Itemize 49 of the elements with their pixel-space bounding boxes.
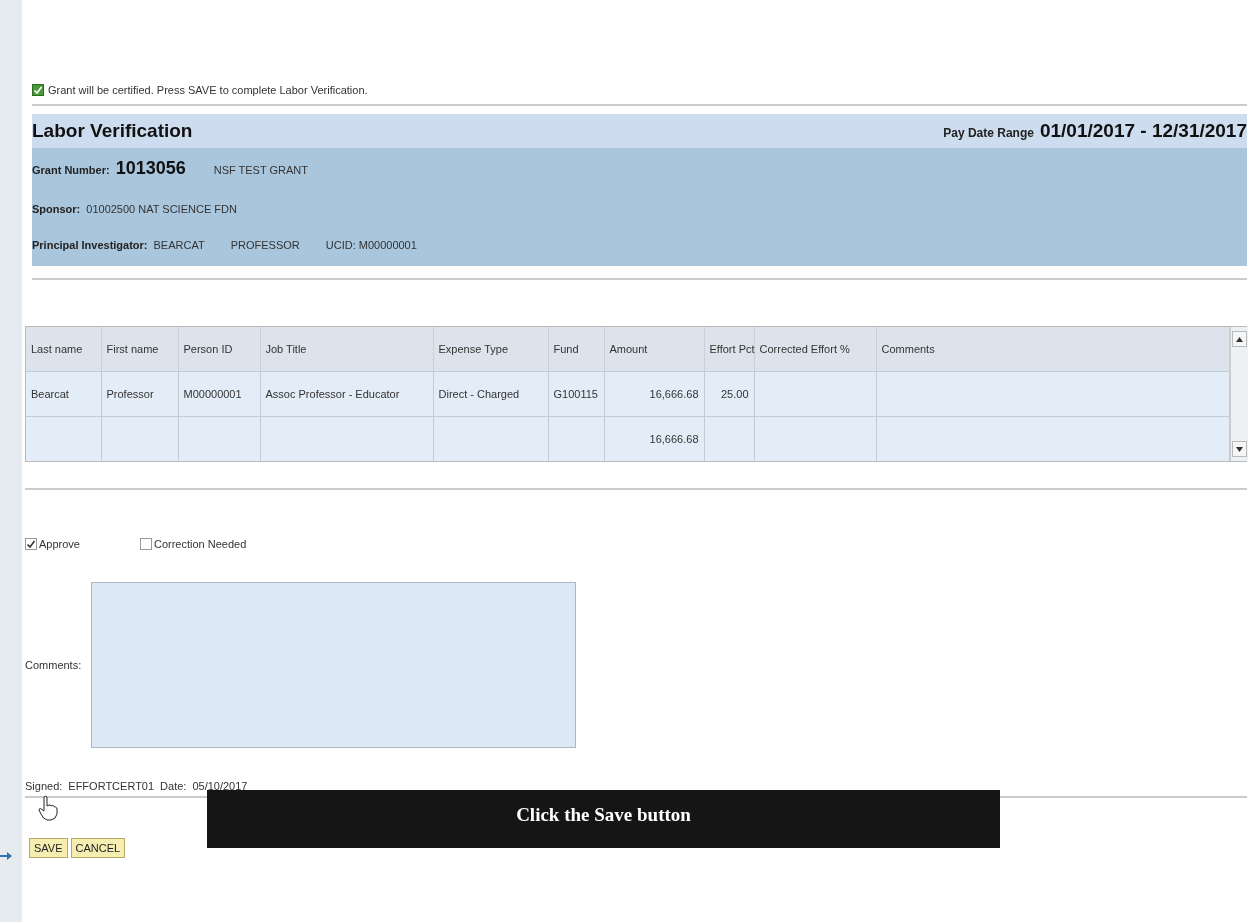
arrow-icon <box>0 851 12 861</box>
column-header: Fund <box>548 327 604 372</box>
scroll-up-icon[interactable] <box>1231 331 1247 347</box>
field-label: Principal Investigator: <box>32 239 148 251</box>
table-cell: G100115 <box>548 371 604 417</box>
column-header: Job Title <box>260 327 433 372</box>
signer-name: EFFORTCERT01 <box>68 780 155 792</box>
table-cell: 16,666.68 <box>604 416 704 461</box>
column-header: Amount <box>604 327 704 372</box>
checkbox-label: Approve <box>39 538 80 550</box>
scroll-down-icon[interactable] <box>1231 441 1247 457</box>
pi-last-name: BEARCAT <box>153 239 205 251</box>
field-label: Pay Date Range <box>943 126 1034 140</box>
column-header: Comments <box>876 327 1229 372</box>
table-cell: Direct - Charged <box>433 371 548 417</box>
hand-cursor-icon <box>38 795 58 821</box>
field-label: Grant Number: <box>32 164 110 176</box>
grant-name: NSF TEST GRANT <box>213 164 309 176</box>
table-cell: 25.00 <box>704 371 754 417</box>
column-header: Corrected Effort % <box>754 327 876 372</box>
grant-number: 1013056 <box>115 158 186 179</box>
table-cell: M00000001 <box>178 371 260 417</box>
field-label: Sponsor: <box>32 203 81 215</box>
tooltip: Click the Save button <box>207 790 1000 848</box>
checkbox[interactable] <box>140 538 152 550</box>
column-header: Last name <box>26 327 101 372</box>
field-label: Signed: <box>25 780 63 792</box>
column-header: Person ID <box>178 327 260 372</box>
field-label: Date: <box>160 780 187 792</box>
message-text: Grant will be certified. Press SAVE to complete Labor Verification. <box>48 84 368 96</box>
table-cell: 16,666.68 <box>604 371 704 417</box>
column-header: First name <box>101 327 178 372</box>
date-range: 01/01/2017 - 12/31/2017 <box>1039 120 1247 142</box>
page-title: Labor Verification <box>32 120 193 142</box>
table-cell: Bearcat <box>26 371 101 417</box>
action-button[interactable]: SAVE <box>29 838 68 858</box>
table-cell: Assoc Professor - Educator <box>260 371 433 417</box>
comments-field[interactable] <box>91 582 576 748</box>
checkbox-label: Correction Needed <box>154 538 247 550</box>
column-header: Effort Pct <box>704 327 754 372</box>
checkbox[interactable] <box>25 538 37 550</box>
ucid-value: UCID: M00000001 <box>325 239 417 251</box>
pi-first-name: PROFESSOR <box>230 239 300 251</box>
table-cell: Professor <box>101 371 178 417</box>
signed-date: 05/10/2017 <box>192 780 248 792</box>
field-label: Comments: <box>25 659 83 671</box>
sponsor-value: 01002500 NAT SCIENCE FDN <box>86 203 237 215</box>
column-header: Expense Type <box>433 327 548 372</box>
action-button[interactable]: CANCEL <box>70 838 126 858</box>
